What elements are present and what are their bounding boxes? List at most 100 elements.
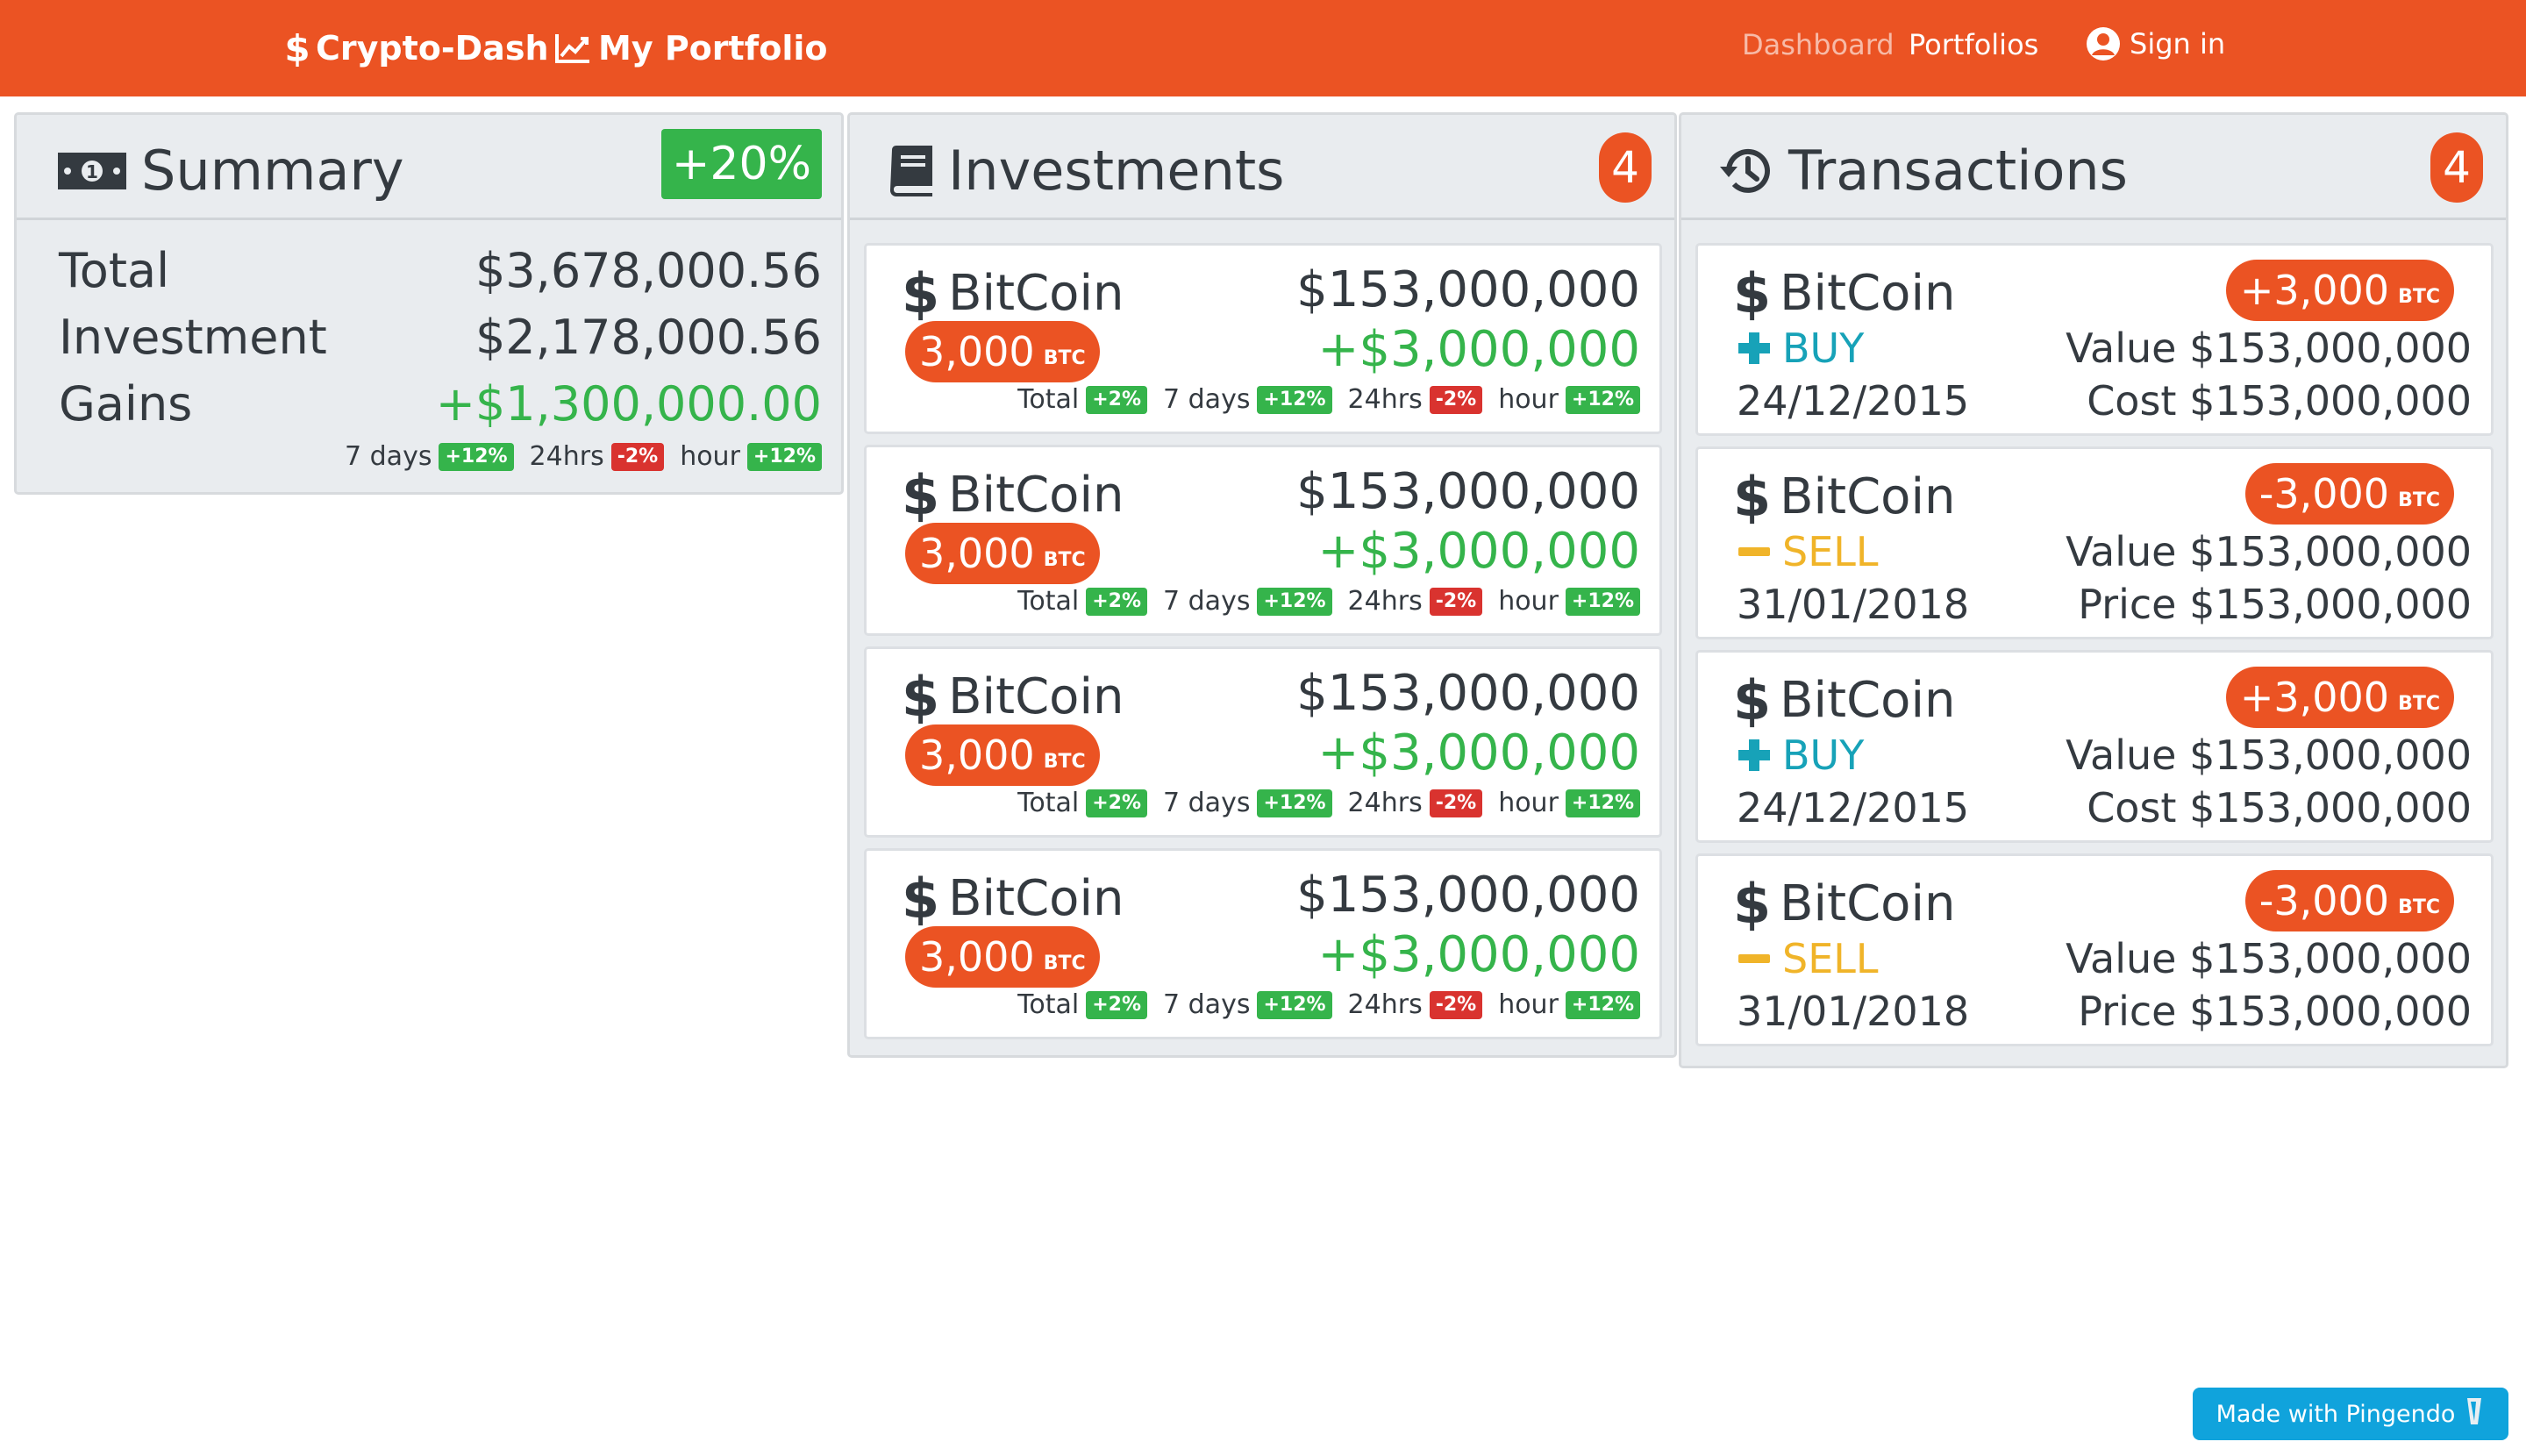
transaction-type: SELL [1737, 935, 1879, 982]
transaction-type-label: SELL [1782, 528, 1879, 575]
transaction-card[interactable]: $ BitCoin -3,000 BTC SELL 31/01/2018 Value $15… [1695, 853, 2494, 1046]
transaction-type: SELL [1737, 528, 1879, 575]
coin-label: BitCoin [948, 265, 1124, 322]
investment-value: $153,000,000 [1296, 261, 1640, 318]
investments-panel: Investments 4 $ BitCoin $153,000,000 3,000 B… [847, 112, 1677, 1058]
btc-amount-badge: -3,000 BTC [2244, 463, 2454, 525]
btc-unit: BTC [2398, 692, 2440, 715]
summary-total-value: $3,678,000.56 [475, 243, 822, 298]
change-badge: +12% [1257, 990, 1332, 1019]
pingendo-label: Made with Pingendo [2216, 1400, 2456, 1428]
coin-name: $ BitCoin [902, 261, 1124, 325]
transaction-card[interactable]: $ BitCoin +3,000 BTC BUY 24/12/2015 Value $153… [1695, 650, 2494, 843]
change-label: hour [1498, 989, 1559, 1020]
change-label: 24hrs [1347, 788, 1423, 818]
transaction-card[interactable]: $ BitCoin -3,000 BTC SELL 31/01/2018 Value $15… [1695, 446, 2494, 639]
change-label: 7 days [1163, 788, 1251, 818]
coin-name: $ BitCoin [1733, 465, 1956, 529]
transaction-cost-row: Cost $153,000,000 [2087, 784, 2472, 831]
btc-amount: -3,000 [2258, 470, 2390, 517]
btc-unit: BTC [2398, 896, 2440, 918]
pingendo-logo-icon [2464, 1396, 2485, 1432]
transaction-date: 24/12/2015 [1737, 377, 1970, 425]
kv-label: Price [2078, 988, 2177, 1035]
plus-icon [1737, 738, 1772, 773]
kv-value: $153,000,000 [2189, 377, 2472, 425]
kv-label: Value [2066, 528, 2177, 575]
change-badge: -2% [1429, 587, 1483, 616]
btc-unit: BTC [1043, 750, 1086, 773]
transaction-cost-row: Price $153,000,000 [2078, 988, 2472, 1035]
change-badge: +12% [1257, 587, 1332, 616]
my-portfolio-link[interactable]: My Portfolio [554, 26, 827, 70]
change-label: 7 days [1163, 989, 1251, 1020]
coin-name: $ BitCoin [1733, 668, 1956, 732]
svg-text:1: 1 [86, 161, 98, 182]
change-badge: +12% [439, 442, 514, 471]
transaction-value-row: Value $153,000,000 [2066, 528, 2472, 575]
change-badge: +2% [1086, 385, 1148, 414]
investment-gain: +$3,000,000 [1317, 523, 1640, 580]
btc-unit: BTC [1043, 952, 1086, 974]
change-label: Total [1017, 384, 1080, 415]
change-label: 24hrs [529, 441, 604, 472]
transaction-type-label: BUY [1782, 325, 1865, 372]
btc-unit: BTC [2398, 285, 2440, 308]
coin-label: BitCoin [1780, 468, 1956, 525]
btc-amount: -3,000 [2258, 877, 2390, 924]
change-badge: +12% [1565, 587, 1640, 616]
btc-amount-badge: 3,000 BTC [905, 724, 1100, 786]
change-badge: +12% [1565, 385, 1640, 414]
nav-sign-in[interactable]: Sign in [2086, 26, 2225, 61]
transactions-header: Transactions 4 [1681, 115, 2506, 220]
nav-dashboard[interactable]: Dashboard [1742, 28, 1894, 61]
btc-amount-badge: +3,000 BTC [2225, 667, 2454, 728]
made-with-pingendo-button[interactable]: Made with Pingendo [2193, 1388, 2508, 1440]
nav-portfolios[interactable]: Portfolios [1909, 28, 2038, 61]
change-label: hour [1498, 788, 1559, 818]
coin-label: BitCoin [948, 467, 1124, 524]
investments-count-badge: 4 [1599, 132, 1652, 203]
coin-name: $ BitCoin [902, 867, 1124, 931]
change-badge: +12% [1565, 789, 1640, 817]
transaction-card[interactable]: $ BitCoin +3,000 BTC BUY 24/12/2015 Value $153… [1695, 243, 2494, 436]
investment-card[interactable]: $ BitCoin $153,000,000 3,000 BTC +$3,000,000 T… [864, 445, 1662, 636]
summary-panel: 1 Summary +20% Total $3,678,000.56 Inves… [14, 112, 844, 495]
transaction-date: 31/01/2018 [1737, 581, 1970, 628]
change-label: 24hrs [1347, 989, 1423, 1020]
change-badge: -2% [1429, 990, 1483, 1019]
btc-amount: 3,000 [919, 933, 1035, 981]
change-badge: -2% [1429, 789, 1483, 817]
brand-label: Crypto-Dash [316, 29, 549, 68]
transactions-panel: Transactions 4 $ BitCoin +3,000 BTC BUY 24/12… [1679, 112, 2508, 1068]
investment-card[interactable]: $ BitCoin $153,000,000 3,000 BTC +$3,000,000 T… [864, 243, 1662, 434]
coin-name: $ BitCoin [902, 463, 1124, 527]
investments-header: Investments 4 [850, 115, 1674, 220]
investment-changes: Total +2% 7 days +12% 24hrs -2% hour +12% [1002, 989, 1640, 1020]
brand-link[interactable]: $ Crypto-Dash [286, 26, 549, 70]
investment-card[interactable]: $ BitCoin $153,000,000 3,000 BTC +$3,000,000 T… [864, 848, 1662, 1039]
summary-row-total: Total $3,678,000.56 [59, 243, 822, 298]
summary-investment-value: $2,178,000.56 [475, 310, 822, 365]
summary-change-badge: +20% [660, 129, 822, 199]
transaction-type-label: SELL [1782, 935, 1879, 982]
coin-label: BitCoin [948, 870, 1124, 927]
transaction-type: BUY [1737, 325, 1864, 372]
summary-gains-label: Gains [59, 376, 193, 432]
change-label: hour [680, 441, 740, 472]
summary-row-investment: Investment $2,178,000.56 [59, 310, 822, 365]
coin-label: BitCoin [948, 668, 1124, 725]
investment-card[interactable]: $ BitCoin $153,000,000 3,000 BTC +$3,000,000 T… [864, 646, 1662, 838]
kv-value: $153,000,000 [2189, 581, 2472, 628]
change-badge: +12% [746, 442, 822, 471]
investment-value: $153,000,000 [1296, 867, 1640, 924]
summary-changes: 7 days +12% 24hrs -2% hour +12% [329, 441, 822, 472]
change-label: 7 days [1163, 586, 1251, 617]
change-label: hour [1498, 586, 1559, 617]
coin-name: $ BitCoin [1733, 872, 1956, 936]
dollar-icon: $ [1733, 261, 1772, 325]
transaction-type: BUY [1737, 732, 1864, 779]
my-portfolio-label: My Portfolio [598, 29, 828, 68]
kv-label: Value [2066, 325, 2177, 372]
change-label: 24hrs [1347, 384, 1423, 415]
